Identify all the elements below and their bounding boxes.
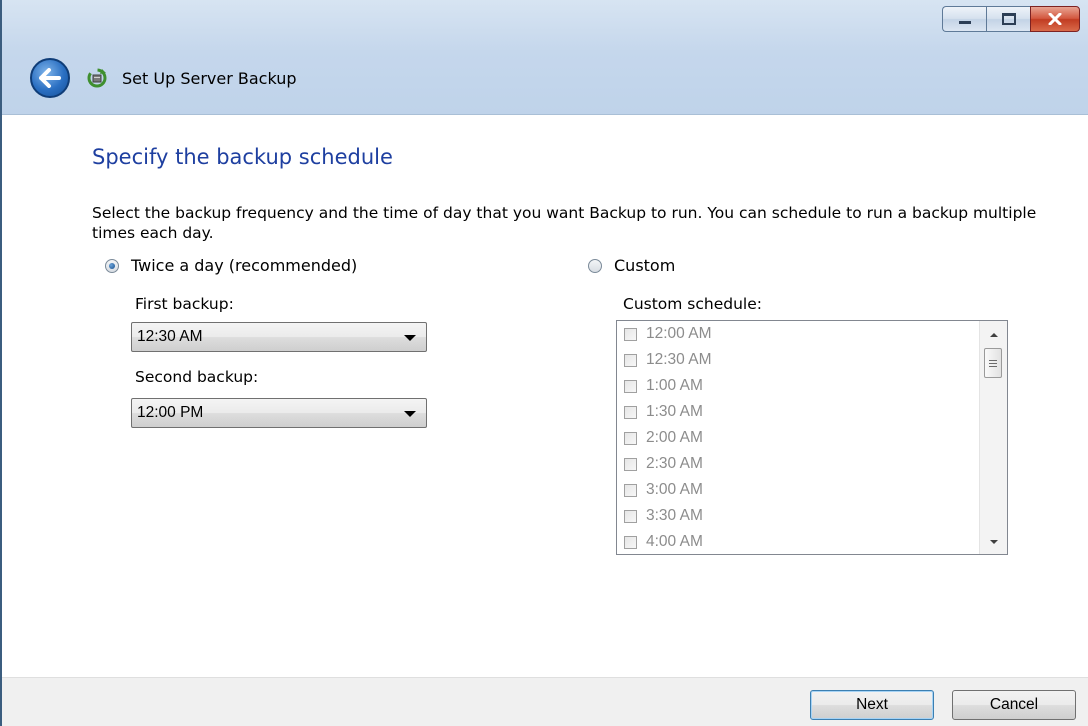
- first-backup-dropdown[interactable]: 12:30 AM: [131, 322, 427, 352]
- navigation-row: Set Up Server Backup: [30, 58, 297, 98]
- second-backup-dropdown[interactable]: 12:00 PM: [131, 398, 427, 428]
- first-backup-value: 12:30 AM: [137, 328, 203, 345]
- chevron-down-icon: [404, 335, 416, 341]
- scroll-up-button[interactable]: [980, 325, 1007, 345]
- schedule-checkbox[interactable]: [624, 353, 637, 367]
- custom-schedule-item[interactable]: 3:30 AM: [617, 503, 975, 529]
- radio-twice-a-day[interactable]: Twice a day (recommended): [105, 256, 357, 275]
- wizard-content: Specify the backup schedule Select the b…: [2, 115, 1088, 677]
- first-backup-label: First backup:: [135, 295, 234, 313]
- page-description: Select the backup frequency and the time…: [92, 204, 1037, 242]
- page-heading: Specify the backup schedule: [92, 145, 393, 169]
- schedule-time-label: 2:00 AM: [646, 429, 703, 446]
- schedule-time-label: 2:30 AM: [646, 455, 703, 472]
- radio-custom-label: Custom: [614, 256, 676, 275]
- schedule-checkbox[interactable]: [624, 405, 637, 419]
- window-title: Set Up Server Backup: [122, 68, 297, 88]
- cancel-button[interactable]: Cancel: [952, 690, 1076, 720]
- wizard-footer: Next Cancel: [2, 677, 1088, 726]
- schedule-checkbox[interactable]: [624, 327, 637, 341]
- schedule-time-label: 12:30 AM: [646, 351, 712, 368]
- arrow-up-icon: [989, 333, 998, 337]
- custom-schedule-item[interactable]: 2:00 AM: [617, 425, 975, 451]
- server-backup-icon: [84, 65, 110, 91]
- title-bar: Set Up Server Backup: [2, 0, 1088, 115]
- arrow-down-icon: [989, 540, 998, 544]
- schedule-time-label: 3:30 AM: [646, 507, 703, 524]
- custom-schedule-item[interactable]: 3:00 AM: [617, 477, 975, 503]
- schedule-time-label: 4:00 AM: [646, 533, 703, 550]
- schedule-checkbox[interactable]: [624, 457, 637, 471]
- vertical-scrollbar[interactable]: [979, 321, 1007, 554]
- close-icon: [1048, 13, 1062, 25]
- schedule-time-label: 12:00 AM: [646, 325, 712, 342]
- custom-schedule-items: 12:00 AM 12:30 AM 1:00 AM 1:30 AM 2:00 AM 2:3…: [617, 321, 975, 554]
- custom-schedule-label: Custom schedule:: [623, 295, 762, 313]
- second-backup-label: Second backup:: [135, 368, 259, 386]
- next-button[interactable]: Next: [810, 690, 934, 720]
- wizard-window: Set Up Server Backup Specify the backup …: [0, 0, 1088, 726]
- radio-button-unselected[interactable]: [588, 258, 602, 273]
- schedule-time-label: 1:30 AM: [646, 403, 703, 420]
- schedule-checkbox[interactable]: [624, 431, 637, 445]
- chevron-down-icon: [404, 411, 416, 417]
- maximize-icon: [1001, 13, 1016, 25]
- radio-twice-label: Twice a day (recommended): [131, 256, 358, 275]
- scroll-down-button[interactable]: [980, 532, 1007, 552]
- custom-schedule-item[interactable]: 1:30 AM: [617, 399, 975, 425]
- custom-schedule-item[interactable]: 1:00 AM: [617, 373, 975, 399]
- grip-line: [989, 362, 997, 364]
- schedule-checkbox[interactable]: [624, 509, 637, 523]
- radio-button-selected[interactable]: [105, 258, 119, 273]
- custom-schedule-item[interactable]: 4:00 AM: [617, 529, 975, 554]
- minimize-button[interactable]: [942, 6, 986, 32]
- custom-schedule-item[interactable]: 2:30 AM: [617, 451, 975, 477]
- scroll-thumb[interactable]: [984, 348, 1002, 378]
- radio-custom[interactable]: Custom: [588, 256, 675, 275]
- radio-dot: [109, 262, 115, 269]
- schedule-checkbox[interactable]: [624, 379, 637, 393]
- custom-schedule-item[interactable]: 12:00 AM: [617, 321, 975, 347]
- minimize-icon: [958, 20, 971, 24]
- back-button[interactable]: [30, 58, 70, 98]
- schedule-checkbox[interactable]: [624, 483, 637, 497]
- back-arrow-icon: [39, 68, 61, 88]
- custom-schedule-item[interactable]: 12:30 AM: [617, 347, 975, 373]
- caption-buttons: [942, 6, 1080, 32]
- custom-schedule-list[interactable]: 12:00 AM 12:30 AM 1:00 AM 1:30 AM 2:00 AM 2:3…: [616, 320, 1008, 555]
- schedule-time-label: 1:00 AM: [646, 377, 703, 394]
- maximize-button[interactable]: [986, 6, 1030, 32]
- schedule-time-label: 3:00 AM: [646, 481, 703, 498]
- grip-line: [989, 365, 997, 367]
- grip-line: [989, 359, 997, 361]
- schedule-checkbox[interactable]: [624, 535, 637, 549]
- close-button[interactable]: [1030, 6, 1080, 32]
- second-backup-value: 12:00 PM: [137, 404, 204, 421]
